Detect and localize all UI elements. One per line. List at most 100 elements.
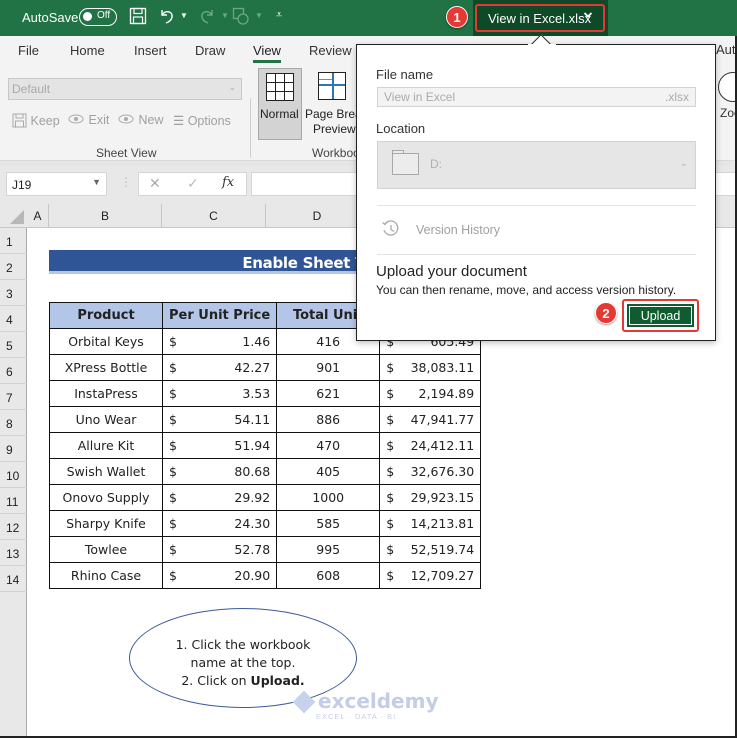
page-break-preview-icon[interactable] bbox=[318, 72, 346, 100]
row-header[interactable]: 8 bbox=[0, 410, 27, 436]
row-header[interactable]: 11 bbox=[0, 488, 27, 514]
cell-product[interactable]: XPress Bottle bbox=[49, 354, 163, 381]
cell-total-unit[interactable]: 585 bbox=[276, 510, 381, 537]
formula-bar-grip[interactable]: ⋮ bbox=[120, 175, 132, 189]
price-value: 52.78 bbox=[234, 542, 271, 557]
column-header-d[interactable]: D bbox=[266, 204, 369, 228]
cell-total-price[interactable]: $29,923.15 bbox=[379, 484, 482, 511]
callout-line-3-bold: Upload. bbox=[250, 673, 305, 688]
total-value: 14,213.81 bbox=[410, 516, 475, 531]
tab-draw[interactable]: Draw bbox=[195, 43, 225, 58]
cell-total-price[interactable]: $52,519.74 bbox=[379, 536, 482, 563]
select-all-corner[interactable] bbox=[10, 210, 24, 224]
row-header[interactable]: 14 bbox=[0, 566, 27, 592]
cell-per-unit-price[interactable]: $54.11 bbox=[161, 406, 278, 433]
enter-icon[interactable]: ✓ bbox=[187, 175, 199, 192]
tab-home[interactable]: Home bbox=[70, 43, 105, 58]
row-header[interactable]: 4 bbox=[0, 306, 27, 332]
cell-product[interactable]: Sharpy Knife bbox=[49, 510, 163, 537]
row-header[interactable]: 12 bbox=[0, 514, 27, 540]
cell-per-unit-price[interactable]: $24.30 bbox=[161, 510, 278, 537]
tab-automate-partial[interactable]: Auto bbox=[716, 42, 737, 57]
row-header[interactable]: 2 bbox=[0, 254, 27, 280]
file-name-value: View in Excel bbox=[384, 90, 456, 104]
cell-total-unit[interactable]: 608 bbox=[276, 562, 381, 589]
column-header-a[interactable]: A bbox=[27, 204, 49, 228]
row-header[interactable]: 1 bbox=[0, 228, 27, 254]
cell-total-price[interactable]: $14,213.81 bbox=[379, 510, 482, 537]
popup-arrow-mask bbox=[528, 44, 556, 50]
row-header[interactable]: 9 bbox=[0, 436, 27, 462]
cell-total-unit[interactable]: 405 bbox=[276, 458, 381, 485]
cell-total-price[interactable]: $12,709.27 bbox=[379, 562, 482, 589]
cell-total-unit[interactable]: 995 bbox=[276, 536, 381, 563]
tab-view[interactable]: View bbox=[253, 43, 281, 58]
row-header[interactable]: 10 bbox=[0, 462, 27, 488]
row-header[interactable]: 5 bbox=[0, 332, 27, 358]
cell-total-price[interactable]: $47,941.77 bbox=[379, 406, 482, 433]
column-header-c[interactable]: C bbox=[162, 204, 266, 228]
workbook-name-button[interactable]: View in Excel.xlsx bbox=[475, 4, 605, 32]
undo-icon[interactable] bbox=[158, 7, 176, 30]
undo-dropdown-icon[interactable]: ▼ bbox=[180, 11, 188, 20]
cell-total-price[interactable]: $32,676.30 bbox=[379, 458, 482, 485]
cell-per-unit-price[interactable]: $80.68 bbox=[161, 458, 278, 485]
cell-total-price[interactable]: $24,412.11 bbox=[379, 432, 482, 459]
page-break-preview-label-2[interactable]: Preview bbox=[313, 122, 357, 136]
cell-per-unit-price[interactable]: $1.46 bbox=[161, 328, 278, 355]
header-product[interactable]: Product bbox=[49, 302, 163, 329]
tab-file[interactable]: File bbox=[18, 43, 39, 58]
cell-per-unit-price[interactable]: $29.92 bbox=[161, 484, 278, 511]
sheet-view-dropdown[interactable]: Default ⌄ bbox=[8, 78, 242, 100]
row-header[interactable]: 6 bbox=[0, 358, 27, 384]
insert-function-icon[interactable]: fx bbox=[222, 175, 234, 190]
page-break-preview-label[interactable]: Page Break bbox=[305, 107, 357, 121]
cell-total-price[interactable]: $2,194.89 bbox=[379, 380, 482, 407]
cell-product[interactable]: InstaPress bbox=[49, 380, 163, 407]
tab-review[interactable]: Review bbox=[309, 43, 352, 58]
cell-total-unit[interactable]: 1000 bbox=[276, 484, 381, 511]
price-value: 3.53 bbox=[242, 386, 271, 401]
cell-product[interactable]: Orbital Keys bbox=[49, 328, 163, 355]
cell-total-unit[interactable]: 470 bbox=[276, 432, 381, 459]
table-row: Towlee $52.78 995 $52,519.74 bbox=[49, 536, 482, 563]
cell-product[interactable]: Swish Wallet bbox=[49, 458, 163, 485]
price-value: 51.94 bbox=[234, 438, 271, 453]
row-header[interactable]: 3 bbox=[0, 280, 27, 306]
normal-view-button[interactable] bbox=[258, 68, 302, 140]
cell-total-unit[interactable]: 621 bbox=[276, 380, 381, 407]
cell-per-unit-price[interactable]: $51.94 bbox=[161, 432, 278, 459]
cell-product[interactable]: Towlee bbox=[49, 536, 163, 563]
cell-per-unit-price[interactable]: $20.90 bbox=[161, 562, 278, 589]
step-badge-1: 1 bbox=[446, 6, 468, 28]
upload-button[interactable]: Upload bbox=[627, 304, 694, 327]
column-header-b[interactable]: B bbox=[49, 204, 162, 228]
name-box-value: J19 bbox=[12, 178, 32, 192]
name-box[interactable]: J19 ▼ bbox=[6, 172, 107, 196]
cell-product[interactable]: Onovo Supply bbox=[49, 484, 163, 511]
list-icon: ☰ bbox=[173, 114, 185, 128]
cancel-icon[interactable]: ✕ bbox=[149, 175, 161, 192]
callout-line-2: name at the top. bbox=[190, 655, 296, 670]
cell-product[interactable]: Allure Kit bbox=[49, 432, 163, 459]
autosave-toggle[interactable]: Off bbox=[79, 8, 117, 26]
currency-symbol: $ bbox=[169, 516, 177, 531]
currency-symbol: $ bbox=[169, 568, 177, 583]
exit-button: Exit bbox=[68, 113, 109, 127]
header-per-unit-price[interactable]: Per Unit Price bbox=[161, 302, 278, 329]
table-row: Allure Kit $51.94 470 $24,412.11 bbox=[49, 432, 482, 459]
cell-total-unit[interactable]: 901 bbox=[276, 354, 381, 381]
cell-total-unit[interactable]: 886 bbox=[276, 406, 381, 433]
cell-per-unit-price[interactable]: $42.27 bbox=[161, 354, 278, 381]
cell-total-price[interactable]: $38,083.11 bbox=[379, 354, 482, 381]
cell-per-unit-price[interactable]: $52.78 bbox=[161, 536, 278, 563]
cell-product[interactable]: Rhino Case bbox=[49, 562, 163, 589]
row-header[interactable]: 7 bbox=[0, 384, 27, 410]
tab-insert[interactable]: Insert bbox=[134, 43, 167, 58]
customize-toolbar-icon[interactable]: ⩡ bbox=[276, 9, 282, 22]
cell-product[interactable]: Uno Wear bbox=[49, 406, 163, 433]
row-header[interactable]: 13 bbox=[0, 540, 27, 566]
cell-per-unit-price[interactable]: $3.53 bbox=[161, 380, 278, 407]
save-icon[interactable] bbox=[129, 7, 147, 30]
currency-symbol: $ bbox=[169, 412, 177, 427]
